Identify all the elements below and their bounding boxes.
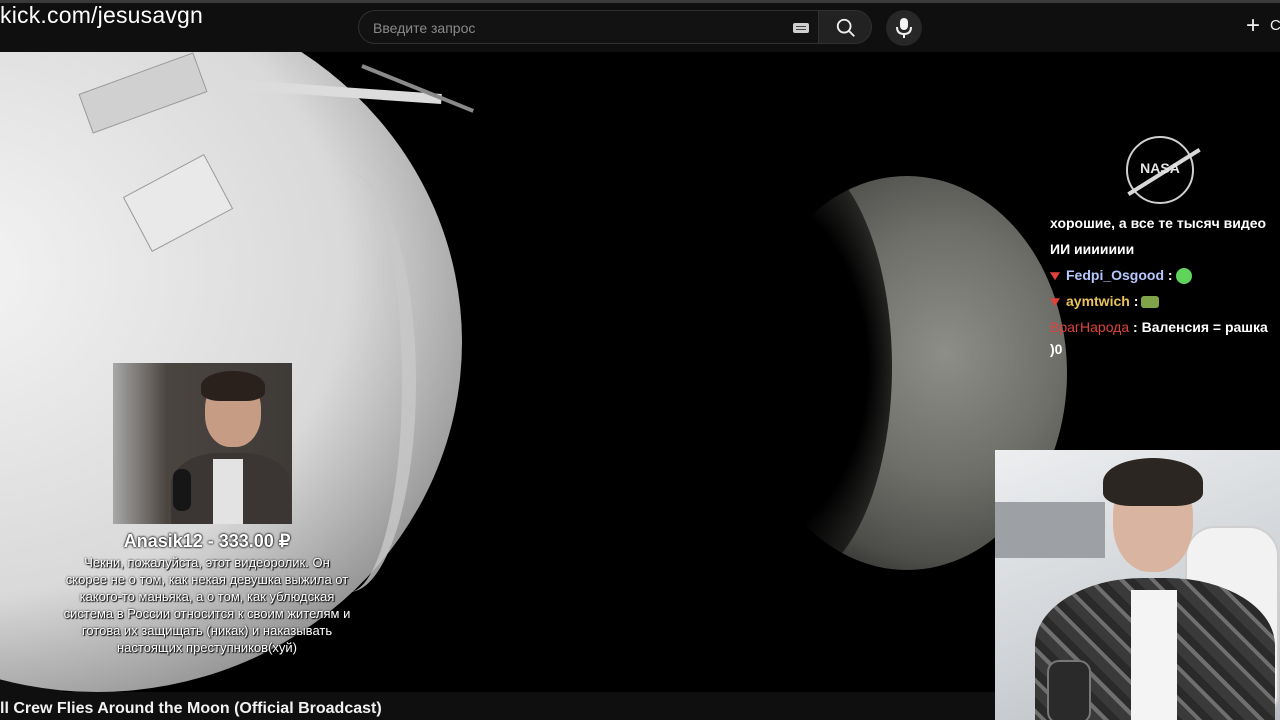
- car-emote-icon: [1141, 296, 1160, 309]
- search-input[interactable]: [371, 11, 785, 45]
- chat-message: Fedpi_Osgood :: [1050, 264, 1280, 286]
- moon-shadow: [692, 152, 892, 582]
- streamer-webcam: [995, 450, 1280, 720]
- streamer-shirt: [1131, 590, 1177, 720]
- badge-icon: [1050, 298, 1060, 307]
- search-icon: [836, 18, 855, 37]
- donor-microphone: [173, 469, 191, 511]
- chat-message-text: Валенсия = рашка: [1141, 319, 1268, 335]
- donation-thumbnail: [113, 363, 292, 524]
- chat-message: )0: [1050, 338, 1280, 360]
- stream-url-overlay: kick.com/jesusavgn: [0, 2, 204, 28]
- microphone-icon: [896, 18, 912, 38]
- chat-message: aymtwich :: [1050, 290, 1280, 312]
- chat-username: aymtwich: [1066, 293, 1130, 309]
- chat-message-text: )0: [1050, 341, 1063, 357]
- top-bar: kick.com/jesusavgn + C: [0, 0, 1280, 52]
- chat-message: ВрагНарода : Валенсия = рашка: [1050, 319, 1268, 335]
- create-button[interactable]: + C: [1240, 10, 1280, 44]
- nasa-logo-text: NASA: [1140, 160, 1180, 176]
- donor-shirt: [213, 459, 243, 524]
- streamer-hair: [1103, 458, 1203, 506]
- search-button[interactable]: [818, 10, 872, 44]
- chat-message-text: ИИ иииииии: [1050, 241, 1135, 257]
- donor-hair: [201, 371, 265, 401]
- spacecraft-strut: [361, 64, 475, 113]
- streamer-microphone: [1047, 660, 1091, 720]
- chat-username: ВрагНарода: [1050, 319, 1130, 335]
- chat-username: Fedpi_Osgood: [1066, 267, 1164, 283]
- voice-search-button[interactable]: [886, 10, 922, 46]
- donation-message: Чекни, пожалуйста, этот видеоролик. Он с…: [63, 555, 351, 655]
- create-label: C: [1270, 17, 1280, 34]
- search-box[interactable]: [358, 10, 818, 45]
- spacecraft-rim: [282, 172, 416, 592]
- keyboard-icon[interactable]: [793, 23, 809, 33]
- chat-message-cut: хорошие, а все те тысяч видео: [1050, 218, 1267, 230]
- plus-icon: +: [1246, 12, 1261, 39]
- nasa-logo: NASA: [1126, 136, 1201, 204]
- video-title: ll Crew Flies Around the Moon (Official …: [0, 700, 382, 717]
- badge-icon: [1050, 272, 1060, 281]
- chat-message: ИИ иииииии: [1050, 238, 1280, 260]
- donation-title: Anasik12 - 333.00 ₽: [123, 531, 291, 551]
- webcam-shelf: [995, 502, 1105, 558]
- green-emote-icon: [1175, 268, 1192, 285]
